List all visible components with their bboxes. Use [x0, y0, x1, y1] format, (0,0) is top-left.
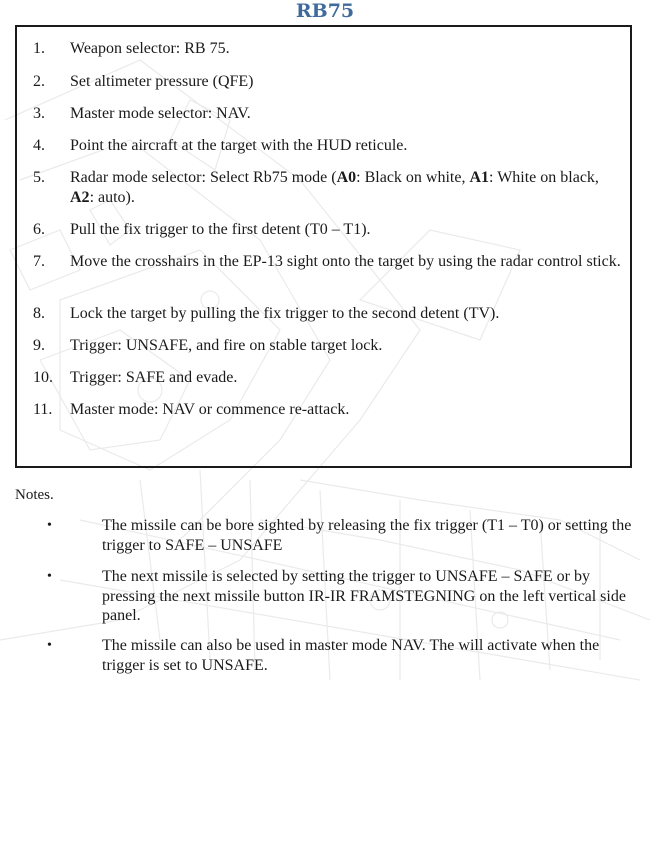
step-text: Master mode: NAV or commence re-attack.	[70, 401, 350, 418]
mode-a2: A2	[70, 189, 90, 206]
step-text: Weapon selector: RB 75.	[70, 40, 230, 57]
step-number: 3.	[33, 105, 45, 122]
note-text: The missile can also be used in master m…	[102, 637, 600, 674]
step-text: Point the aircraft at the target with th…	[70, 137, 408, 154]
mode-a1: A1	[469, 169, 490, 186]
step-text: Master mode selector: NAV.	[70, 105, 251, 122]
notes-heading: Notes.	[15, 487, 54, 503]
bullet-icon: •	[47, 569, 52, 584]
step-text-part: Radar mode selector: Select Rb75 mode (	[70, 169, 337, 186]
step-text-part: : auto).	[89, 189, 135, 206]
step-number: 6.	[33, 221, 45, 238]
bullet-icon: •	[47, 638, 52, 653]
step-number: 2.	[33, 73, 45, 90]
step-text: Pull the fix trigger to the first detent…	[70, 221, 371, 238]
page-title: RB75	[295, 0, 355, 22]
step-number: 4.	[33, 137, 45, 154]
step-text-part: : White on black,	[489, 169, 599, 186]
step-number: 9.	[33, 337, 45, 354]
step-number: 1.	[33, 40, 45, 57]
step-text: Set altimeter pressure (QFE)	[70, 73, 254, 90]
step-number: 5.	[33, 169, 45, 186]
step-text-part: : Black on white,	[356, 169, 470, 186]
procedure-box: 1. Weapon selector: RB 75. 2. Set altime…	[15, 25, 632, 468]
note-text: The missile can be bore sighted by relea…	[102, 517, 632, 554]
step-number: 10.	[33, 369, 53, 386]
bullet-icon: •	[47, 518, 52, 533]
step-number: 7.	[33, 253, 45, 270]
step-text: Move the crosshairs in the EP-13 sight o…	[70, 253, 621, 270]
step-number: 8.	[33, 305, 45, 322]
note-text: The next missile is selected by setting …	[102, 568, 626, 624]
step-text: Lock the target by pulling the fix trigg…	[70, 305, 500, 322]
step-text: Trigger: SAFE and evade.	[70, 369, 238, 386]
step-text: Trigger: UNSAFE, and fire on stable targ…	[70, 337, 383, 354]
step-text: Radar mode selector: Select Rb75 mode (A…	[70, 168, 625, 208]
mode-a0: A0	[336, 169, 357, 186]
step-number: 11.	[33, 401, 53, 418]
